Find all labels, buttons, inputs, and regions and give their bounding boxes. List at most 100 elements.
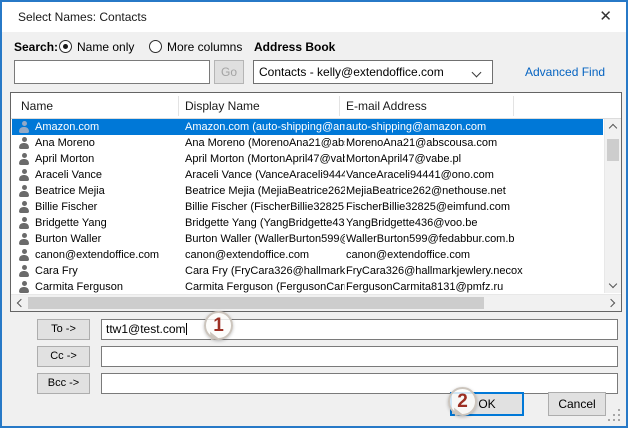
contact-display-name: Billie Fischer (FischerBillie32825@ei... (185, 201, 345, 213)
contact-email: FergusonCarmita8131@pmfz.ru (346, 281, 504, 293)
contact-email: WallerBurton599@fedabbur.com.b (346, 233, 515, 245)
person-icon (18, 217, 30, 229)
to-field-value: ttw1@test.com (106, 322, 186, 336)
contact-row[interactable]: Araceli Vance Araceli Vance (VanceAracel… (12, 167, 603, 183)
contact-display-name: Burton Waller (WallerBurton599@f... (185, 233, 345, 245)
scroll-up-icon[interactable] (608, 123, 618, 133)
contact-row[interactable]: Ana Moreno Ana Moreno (MorenoAna21@absc.… (12, 135, 603, 151)
contact-row[interactable]: Beatrice Mejia Beatrice Mejia (MejiaBeat… (12, 183, 603, 199)
go-button[interactable]: Go (214, 60, 244, 84)
contact-display-name: canon@extendoffice.com (185, 249, 310, 261)
contact-name: canon@extendoffice.com (35, 249, 160, 261)
contact-email: canon@extendoffice.com (346, 249, 471, 261)
person-icon (18, 185, 30, 197)
column-header-display-name[interactable]: Display Name (185, 99, 260, 113)
contact-name: Beatrice Mejia (35, 185, 105, 197)
contact-name: Cara Fry (35, 265, 78, 277)
column-header-email[interactable]: E-mail Address (346, 99, 427, 113)
title-bar: Select Names: Contacts ✕ (2, 2, 626, 32)
select-names-dialog: Select Names: Contacts ✕ Search: Name on… (0, 0, 628, 428)
contact-email: auto-shipping@amazon.com (346, 121, 487, 133)
annotation-step-1: 1 (204, 311, 233, 340)
contact-name: Amazon.com (35, 121, 100, 133)
column-divider[interactable] (513, 96, 514, 116)
cancel-button[interactable]: Cancel (548, 392, 606, 416)
bcc-field[interactable] (101, 373, 618, 394)
contact-email: MejiaBeatrice262@nethouse.net (346, 185, 506, 197)
contact-name: Billie Fischer (35, 201, 98, 213)
contact-row[interactable]: Burton Waller Burton Waller (WallerBurto… (12, 231, 603, 247)
contact-name: Carmita Ferguson (35, 281, 124, 293)
search-options-row: Search: Name only More columns Address B… (2, 32, 626, 58)
screenshot-stage: Select Names: Contacts ✕ Search: Name on… (0, 0, 628, 428)
person-icon (18, 169, 30, 181)
person-icon (18, 137, 30, 149)
list-header: Name Display Name E-mail Address (11, 93, 621, 119)
contact-row[interactable]: Amazon.com Amazon.com (auto-shipping@am a… (12, 119, 603, 135)
contact-row[interactable]: Bridgette Yang Bridgette Yang (YangBridg… (12, 215, 603, 231)
resize-grip[interactable] (608, 409, 620, 421)
cc-field[interactable] (101, 346, 618, 367)
to-button[interactable]: To -> (37, 319, 90, 340)
contact-email: YangBridgette436@voo.be (346, 217, 478, 229)
search-label: Search: (14, 40, 59, 54)
contact-rows: Amazon.com Amazon.com (auto-shipping@am a… (12, 119, 603, 293)
annotation-step-2: 2 (448, 387, 477, 416)
address-book-select[interactable]: Contacts - kelly@extendoffice.com (253, 60, 493, 84)
column-divider[interactable] (178, 96, 179, 116)
contact-name: Bridgette Yang (35, 217, 107, 229)
close-icon[interactable]: ✕ (599, 8, 612, 26)
person-icon (18, 265, 30, 277)
radio-more-columns[interactable] (149, 40, 162, 53)
person-icon (18, 249, 30, 261)
contact-name: Ana Moreno (35, 137, 95, 149)
person-icon (18, 121, 30, 133)
contact-display-name: Carmita Ferguson (FergusonCarmit... (185, 281, 345, 293)
scroll-down-icon[interactable] (608, 279, 618, 289)
vertical-scrollbar[interactable] (604, 119, 621, 293)
scroll-left-icon[interactable] (16, 298, 26, 308)
contact-display-name: Cara Fry (FryCara326@hallmarkjewl... (185, 265, 345, 277)
contact-email: FryCara326@hallmarkjewlery.necox (346, 265, 523, 277)
address-book-label: Address Book (254, 40, 336, 54)
contact-row[interactable]: Billie Fischer Billie Fischer (FischerBi… (12, 199, 603, 215)
contact-display-name: Ana Moreno (MorenoAna21@absc... (185, 137, 345, 149)
vertical-scroll-thumb[interactable] (607, 139, 619, 161)
contact-display-name: Amazon.com (auto-shipping@amaz... (185, 121, 345, 133)
contact-row[interactable]: Cara Fry Cara Fry (FryCara326@hallmarkje… (12, 263, 603, 279)
contact-email: MorenoAna21@abscousa.com (346, 137, 498, 149)
contact-email: FischerBillie32825@eimfund.com (346, 201, 511, 213)
bcc-button[interactable]: Bcc -> (37, 373, 90, 394)
dialog-title: Select Names: Contacts (18, 10, 147, 24)
column-divider[interactable] (339, 96, 340, 116)
contact-row[interactable]: April Morton April Morton (MortonApril47… (12, 151, 603, 167)
contact-row[interactable]: canon@extendoffice.com canon@extendoffic… (12, 247, 603, 263)
contact-display-name: Araceli Vance (VanceAraceli94441@... (185, 169, 345, 181)
horizontal-scroll-thumb[interactable] (28, 297, 484, 309)
person-icon (18, 281, 30, 293)
contacts-list: Name Display Name E-mail Address Amazon.… (10, 92, 622, 312)
contact-row[interactable]: Carmita Ferguson Carmita Ferguson (Fergu… (12, 279, 603, 293)
radio-name-only[interactable] (59, 40, 72, 53)
contact-display-name: April Morton (MortonApril47@vabe... (185, 153, 345, 165)
contact-name: Araceli Vance (35, 169, 103, 181)
person-icon (18, 233, 30, 245)
search-input[interactable] (14, 60, 210, 84)
contact-display-name: Bridgette Yang (YangBridgette436... (185, 217, 345, 229)
contact-name: Burton Waller (35, 233, 102, 245)
person-icon (18, 153, 30, 165)
contact-name: April Morton (35, 153, 95, 165)
scroll-right-icon[interactable] (606, 298, 616, 308)
advanced-find-link[interactable]: Advanced Find (525, 65, 605, 79)
cc-button[interactable]: Cc -> (37, 346, 90, 367)
contact-email: MortonApril47@vabe.pl (346, 153, 462, 165)
horizontal-scrollbar[interactable] (11, 294, 621, 311)
contact-display-name: Beatrice Mejia (MejiaBeatrice262@... (185, 185, 345, 197)
person-icon (18, 201, 30, 213)
to-field[interactable]: ttw1@test.com (101, 319, 618, 340)
radio-more-columns-label[interactable]: More columns (167, 40, 242, 54)
column-header-name[interactable]: Name (21, 99, 53, 113)
text-cursor (185, 323, 187, 335)
radio-name-only-label[interactable]: Name only (77, 40, 134, 54)
contact-email: VanceAraceli94441@ono.com (346, 169, 494, 181)
